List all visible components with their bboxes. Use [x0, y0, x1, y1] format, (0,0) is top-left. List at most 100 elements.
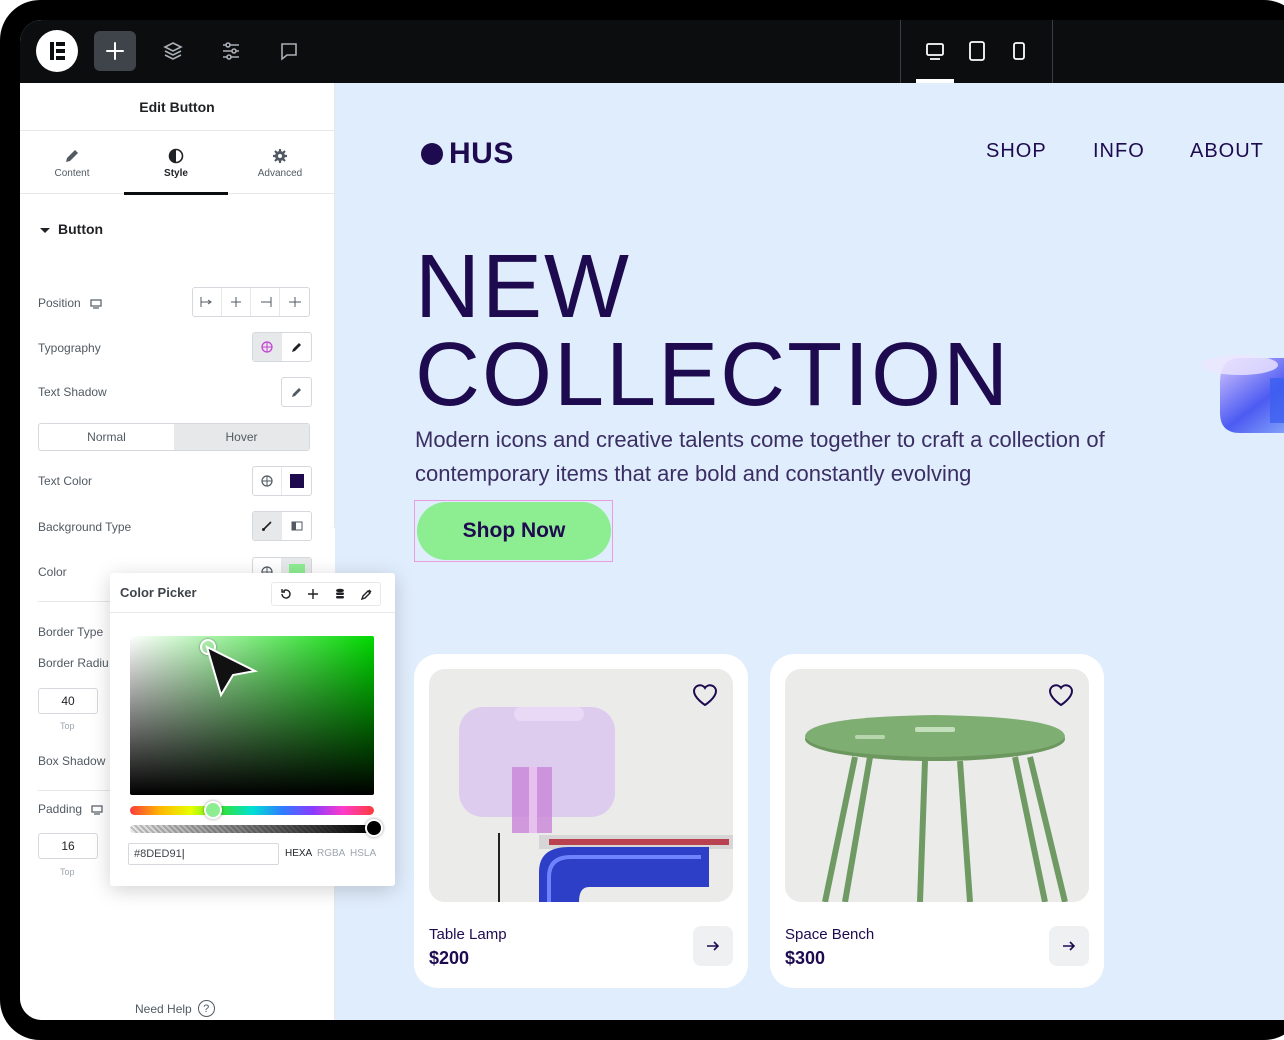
border-radius-top-input[interactable]: 40 — [38, 688, 98, 714]
hue-slider[interactable] — [130, 806, 374, 815]
tab-advanced-label: Advanced — [257, 168, 303, 179]
edit-text-shadow-button[interactable] — [282, 378, 311, 406]
logo-dot — [421, 143, 443, 165]
alpha-slider-handle[interactable] — [365, 819, 383, 837]
caret-down-icon — [40, 227, 50, 233]
gradient-icon — [291, 521, 302, 531]
align-stretch-icon — [288, 297, 301, 307]
padding-top-input[interactable]: 16 — [38, 833, 98, 859]
globe-icon — [261, 475, 273, 487]
arrow-right-icon — [1063, 941, 1076, 951]
border-radius-top-caption: Top — [60, 721, 75, 731]
text-color-label: Text Color — [38, 474, 93, 488]
eyedropper-icon — [360, 589, 371, 600]
mouse-cursor-icon — [205, 645, 259, 698]
text-shadow-controls — [281, 377, 312, 407]
favorite-heart-icon[interactable] — [1048, 683, 1074, 707]
panel-title: Edit Button — [20, 83, 334, 131]
elementor-logo[interactable] — [36, 30, 78, 72]
site-settings-button[interactable] — [210, 31, 252, 71]
padding-top-caption: Top — [60, 867, 75, 877]
need-help-label: Need Help — [135, 1001, 192, 1016]
globe-icon — [261, 341, 273, 353]
tab-style[interactable]: Style — [124, 132, 228, 195]
product-arrow-button[interactable] — [693, 926, 733, 966]
background-classic-button[interactable] — [253, 512, 282, 540]
comments-button[interactable] — [268, 31, 310, 71]
add-element-button[interactable] — [94, 31, 136, 71]
eyedropper-button[interactable] — [353, 583, 380, 605]
glass-object-image — [1202, 355, 1284, 433]
contrast-icon — [168, 148, 184, 164]
typography-controls — [252, 332, 312, 362]
align-center-button[interactable] — [222, 288, 251, 316]
box-shadow-label: Box Shadow — [38, 754, 106, 768]
pencil-icon — [66, 150, 78, 162]
plus-icon — [106, 42, 124, 60]
align-start-button[interactable] — [193, 288, 222, 316]
background-type-label: Background Type — [38, 520, 132, 534]
state-tab-hover[interactable]: Hover — [174, 424, 309, 450]
need-help-link[interactable]: Need Help ? — [135, 1000, 215, 1017]
favorite-heart-icon[interactable] — [692, 683, 718, 707]
desktop-icon — [90, 299, 102, 309]
tab-content[interactable]: Content — [20, 132, 124, 194]
border-type-label: Border Type — [38, 625, 104, 639]
product-card[interactable]: Space Bench $300 — [770, 654, 1104, 988]
position-label: Position — [38, 296, 102, 310]
product-name: Space Bench — [785, 926, 875, 943]
product-image — [429, 669, 733, 902]
format-hsla[interactable]: HSLA — [350, 848, 376, 859]
hue-slider-handle[interactable] — [204, 801, 222, 819]
text-color-controls — [252, 466, 312, 496]
hex-value-input[interactable]: #8DED91 | — [128, 843, 279, 865]
align-end-button[interactable] — [251, 288, 280, 316]
reset-color-button[interactable] — [272, 583, 299, 605]
product-price: $200 — [429, 948, 470, 968]
tablet-mode-button[interactable] — [964, 38, 990, 64]
nav-about[interactable]: ABOUT — [1190, 140, 1264, 163]
desktop-icon — [91, 805, 103, 815]
color-label: Color — [38, 565, 67, 579]
hero-title-line-2: COLLECTION — [415, 325, 1011, 425]
edit-typography-button[interactable] — [282, 333, 311, 361]
layers-button[interactable] — [152, 31, 194, 71]
mobile-mode-button[interactable] — [1006, 38, 1032, 64]
tab-advanced[interactable]: Advanced — [228, 132, 332, 194]
format-hexa[interactable]: HEXA — [285, 848, 312, 859]
brand-name: HUS — [449, 137, 514, 170]
hex-value: #8DED91 — [134, 848, 182, 860]
format-rgba[interactable]: RGBA — [317, 848, 345, 859]
add-global-color-button[interactable] — [299, 583, 326, 605]
button-section-header[interactable]: Button — [40, 221, 103, 237]
help-icon: ? — [197, 1000, 215, 1017]
page-canvas: HUS SHOP INFO ABOUT NEW COLLECTION Moder… — [335, 83, 1284, 1020]
background-type-controls — [252, 511, 312, 541]
nav-info[interactable]: INFO — [1093, 140, 1145, 163]
comment-icon — [281, 43, 297, 61]
gear-icon — [273, 149, 287, 163]
mobile-icon — [1013, 42, 1025, 60]
global-color-button[interactable] — [253, 467, 282, 495]
shop-now-button[interactable]: Shop Now — [417, 502, 611, 560]
section-title: Button — [58, 221, 104, 237]
desktop-mode-button[interactable] — [922, 38, 948, 64]
global-colors-button[interactable] — [326, 583, 353, 605]
state-tab-normal[interactable]: Normal — [39, 424, 174, 450]
tablet-icon — [969, 41, 985, 61]
color-picker-popover: Color Picker #8DED91 | HEXA RGBA HSLA — [110, 573, 395, 886]
product-arrow-button[interactable] — [1049, 926, 1089, 966]
color-picker-toolbar — [271, 582, 381, 606]
hero-subtitle: Modern icons and creative talents come t… — [415, 427, 1105, 486]
product-card[interactable]: Table Lamp $200 — [414, 654, 748, 988]
nav-shop[interactable]: SHOP — [986, 140, 1047, 163]
global-typography-button[interactable] — [253, 333, 282, 361]
background-gradient-button[interactable] — [282, 512, 311, 540]
tab-content-label: Content — [54, 168, 90, 179]
text-color-swatch[interactable] — [282, 467, 311, 495]
align-stretch-button[interactable] — [280, 288, 309, 316]
product-name: Table Lamp — [429, 926, 507, 943]
site-logo[interactable]: HUS — [421, 137, 514, 171]
border-radius-label: Border Radiu — [38, 656, 109, 670]
alpha-slider[interactable] — [130, 825, 374, 833]
